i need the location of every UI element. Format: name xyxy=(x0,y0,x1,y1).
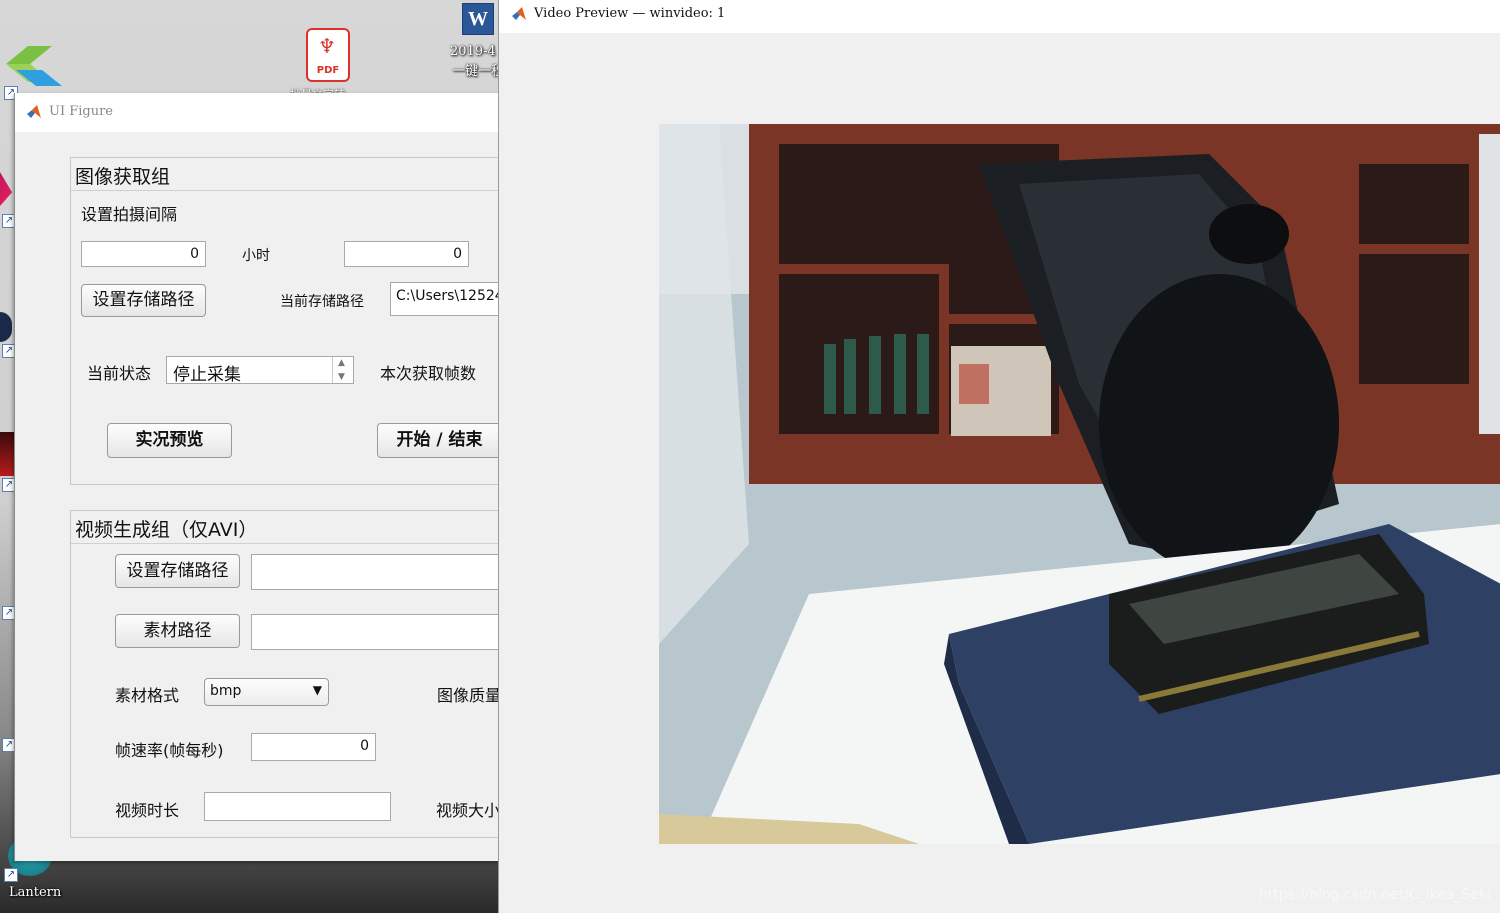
matlab-icon xyxy=(512,7,526,20)
video-preview-window: Video Preview — winvideo: 1 https://blog… xyxy=(498,0,1500,913)
status-spinner[interactable]: 停止采集 ▲ ▼ xyxy=(166,356,354,385)
material-path-button[interactable]: 素材路径 xyxy=(115,614,240,648)
current-path-field[interactable]: C:\Users\12524 xyxy=(390,282,512,316)
ui-figure-title: UI Figure xyxy=(49,104,114,119)
video-duration-field[interactable] xyxy=(204,792,391,821)
desktop-icon-pink[interactable] xyxy=(0,172,12,206)
ui-figure-window: UI Figure 图像获取组 设置拍摄间隔 0 小时 0 设置存储路径 当前存… xyxy=(14,93,512,861)
matlab-icon xyxy=(27,105,41,118)
camera-video-frame xyxy=(659,124,1500,844)
hours-label: 小时 xyxy=(242,248,270,264)
pdf-app-icon[interactable]: ♆ PDF xyxy=(306,28,350,82)
image-quality-label: 图像质量 xyxy=(437,686,502,705)
set-storage-path-button[interactable]: 设置存储路径 xyxy=(81,284,206,317)
video-duration-label: 视频时长 xyxy=(115,801,180,820)
video-preview-titlebar[interactable]: Video Preview — winvideo: 1 xyxy=(499,0,1500,33)
shortcut-arrow-icon: ↗ xyxy=(4,868,18,882)
spinner-up-icon[interactable]: ▲ xyxy=(338,358,345,368)
ui-figure-titlebar[interactable]: UI Figure xyxy=(15,93,501,132)
live-preview-button[interactable]: 实况预览 xyxy=(107,423,232,458)
spinner-arrows[interactable]: ▲ ▼ xyxy=(332,357,353,383)
material-path-field[interactable] xyxy=(251,614,511,650)
word-doc-label: 2019-4 xyxy=(450,44,496,59)
desktop-icon-dark[interactable] xyxy=(0,312,12,342)
video-size-label: 视频大小 xyxy=(436,801,501,820)
blog-watermark: https://blog.csdn.net/C_Ikea_Seki xyxy=(1259,887,1491,903)
video-preview-title: Video Preview — winvideo: 1 xyxy=(534,6,726,21)
start-stop-button[interactable]: 开始 / 结束 xyxy=(377,423,502,458)
video-group-panel: 视频生成组（仅AVI） 设置存储路径 素材路径 素材格式 bmp ▼ 图像质量 … xyxy=(70,510,511,838)
status-label: 当前状态 xyxy=(87,364,152,383)
camera-scene xyxy=(659,124,1500,844)
current-path-label: 当前存储路径 xyxy=(280,294,364,310)
material-format-label: 素材格式 xyxy=(115,686,180,705)
acrobat-icon: ♆ xyxy=(318,34,336,58)
material-format-value: bmp xyxy=(210,683,242,699)
pdf-icon-text: PDF xyxy=(316,65,340,76)
video-path-field[interactable] xyxy=(251,554,511,590)
desktop-icon-red[interactable] xyxy=(0,432,14,476)
word-doc-icon[interactable]: W xyxy=(462,3,494,35)
frames-label: 本次获取帧数 xyxy=(380,364,477,383)
panel-divider xyxy=(71,543,511,544)
acquire-group-panel: 图像获取组 设置拍摄间隔 0 小时 0 设置存储路径 当前存储路径 C:\Use… xyxy=(70,157,512,485)
dropdown-caret-icon: ▼ xyxy=(312,683,322,697)
interval-label: 设置拍摄间隔 xyxy=(81,205,178,224)
material-format-dropdown[interactable]: bmp ▼ xyxy=(204,678,329,706)
frame-rate-label: 帧速率(帧每秒) xyxy=(115,741,224,760)
interval-input-2[interactable]: 0 xyxy=(344,241,469,267)
panel-divider xyxy=(71,190,511,191)
status-value: 停止采集 xyxy=(173,365,241,385)
word-doc-label-2: 一键一秒 xyxy=(452,64,505,79)
interval-input-1[interactable]: 0 xyxy=(81,241,206,267)
lantern-label: Lantern xyxy=(9,885,62,900)
video-group-title: 视频生成组（仅AVI） xyxy=(75,519,258,541)
spinner-down-icon[interactable]: ▼ xyxy=(338,372,345,382)
video-set-path-button[interactable]: 设置存储路径 xyxy=(115,554,240,588)
frame-rate-input[interactable]: 0 xyxy=(251,733,376,761)
acquire-group-title: 图像获取组 xyxy=(75,166,171,188)
